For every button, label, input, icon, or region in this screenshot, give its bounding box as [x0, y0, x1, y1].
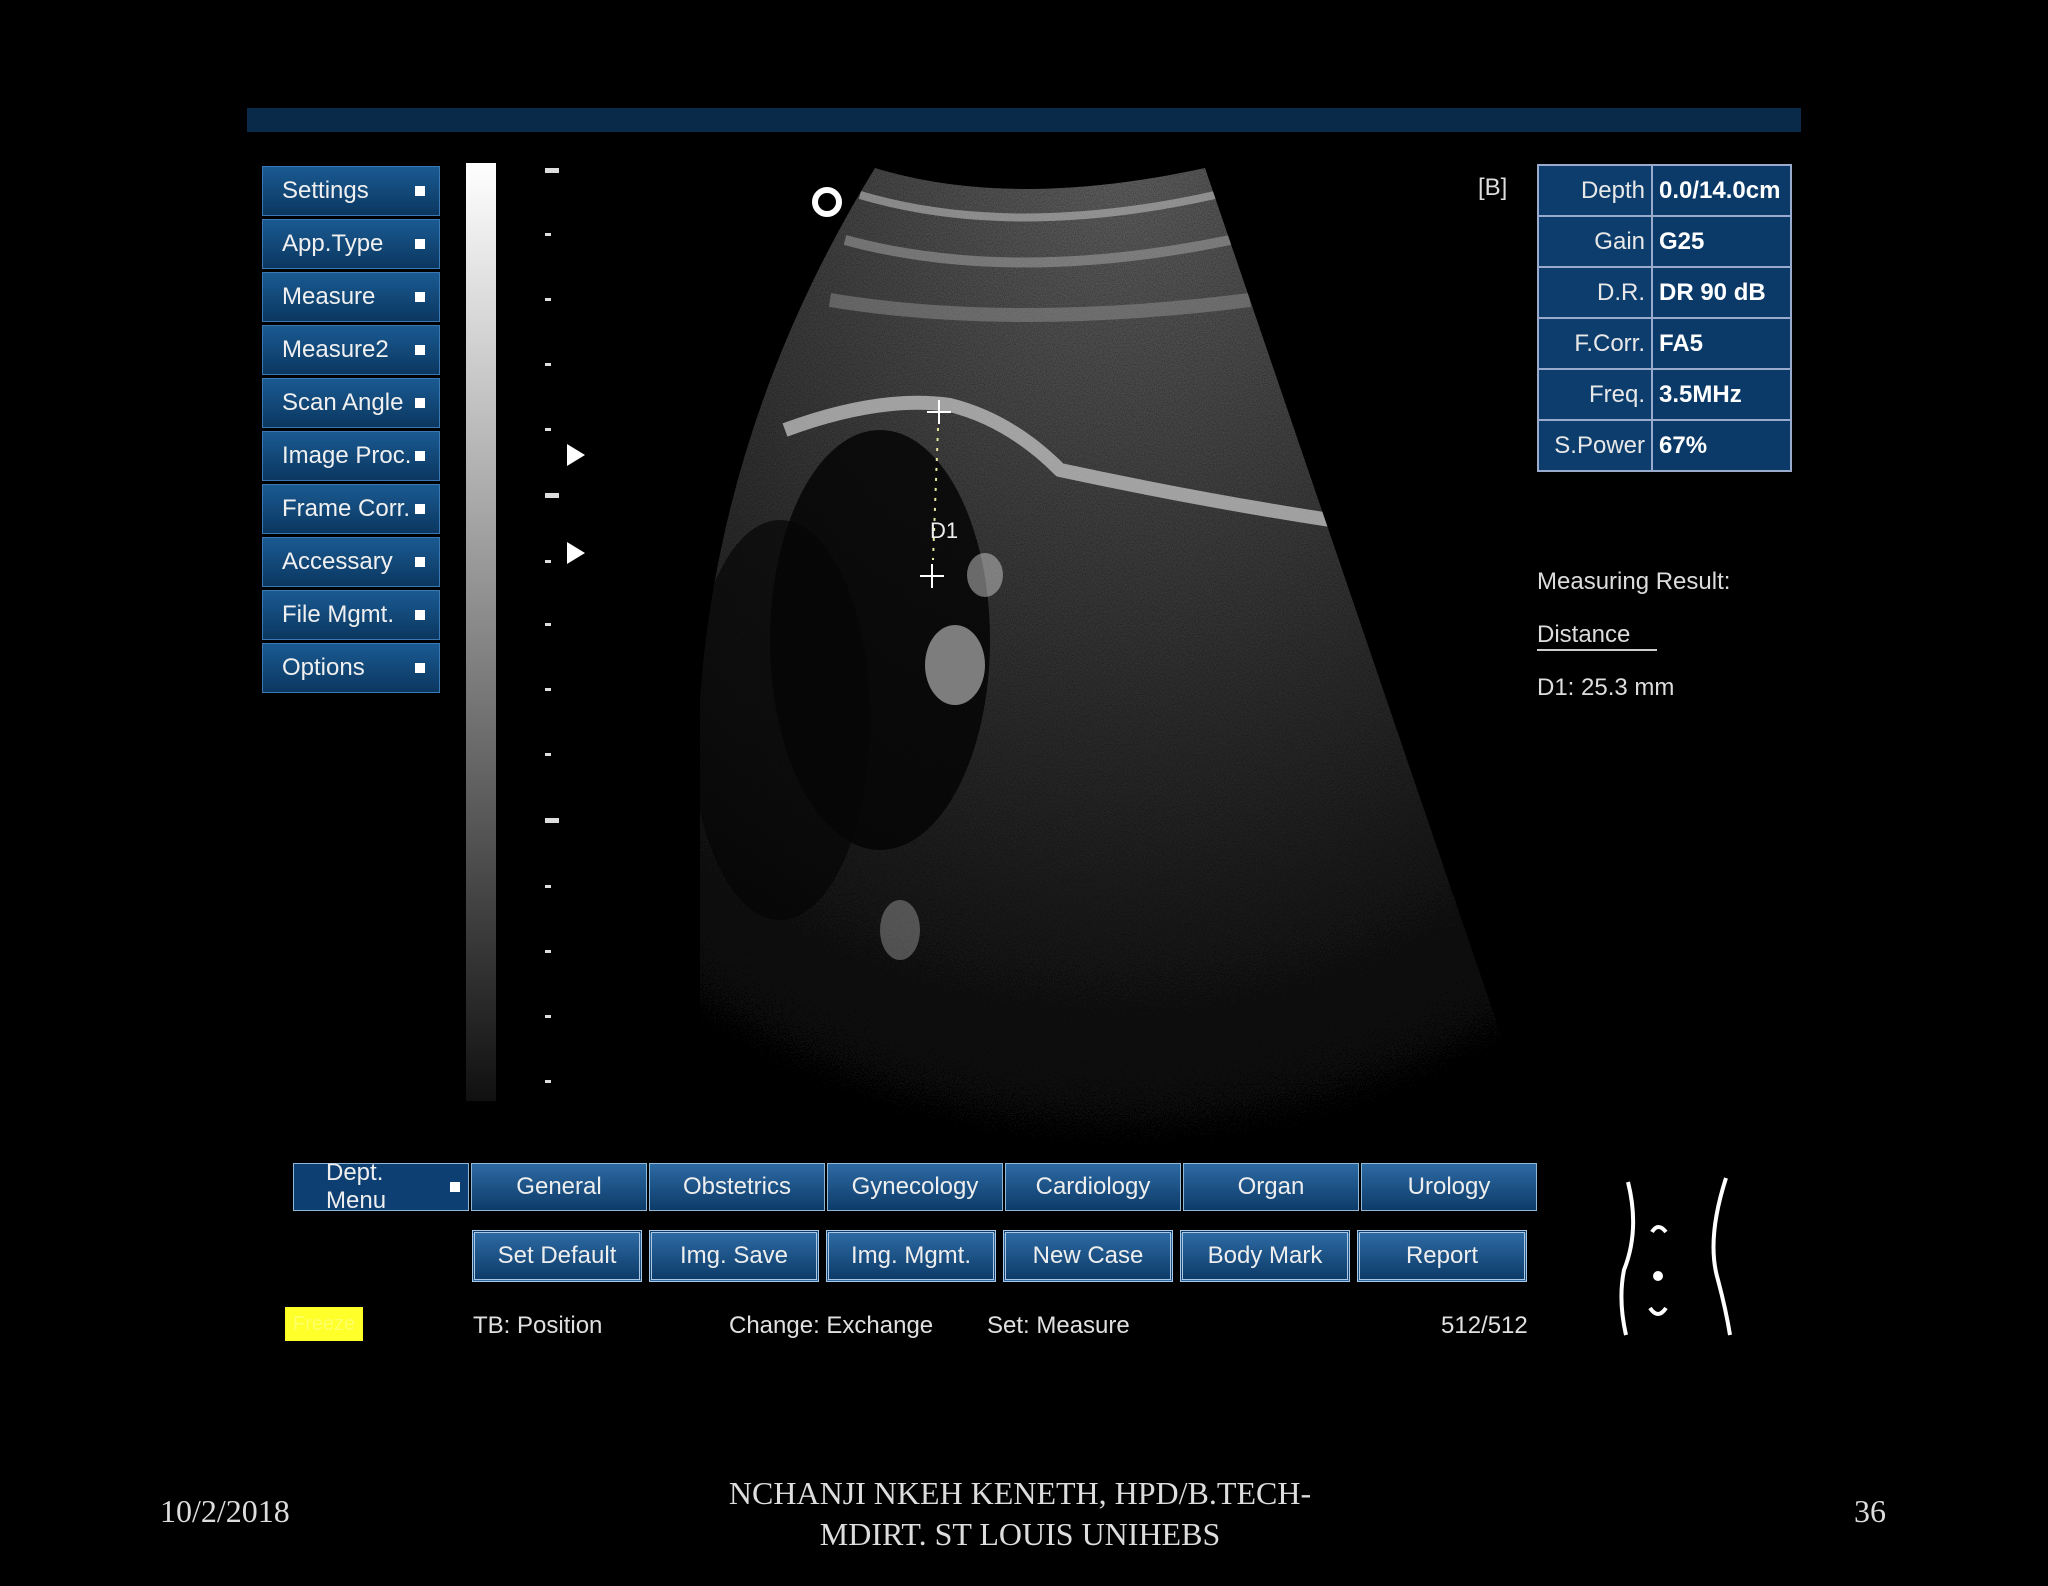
param-value: FA5: [1651, 317, 1792, 370]
status-change: Change: Exchange: [729, 1312, 934, 1339]
scan-sector: [700, 168, 1530, 1160]
report-button[interactable]: Report: [1357, 1230, 1527, 1282]
dept-cardiology-button[interactable]: Cardiology: [1005, 1163, 1181, 1211]
set-default-button[interactable]: Set Default: [472, 1230, 642, 1282]
mode-label: [B]: [1478, 174, 1508, 201]
status-set: Set: Measure: [987, 1312, 1130, 1339]
dept-menu-label: Dept. Menu: [326, 1159, 387, 1214]
footer-page-number: 36: [1854, 1493, 1886, 1529]
param-value: 0.0/14.0cm: [1651, 164, 1792, 217]
status-frames: 512/512: [1441, 1312, 1528, 1339]
param-dr[interactable]: D.R. DR 90 dB: [1537, 266, 1792, 319]
freeze-indicator[interactable]: Freeze: [285, 1307, 363, 1341]
measuring-result: Measuring Result: Distance D1: 25.3 mm: [1537, 568, 1730, 727]
param-spower[interactable]: S.Power 67%: [1537, 419, 1792, 472]
param-key: S.Power: [1537, 419, 1653, 472]
status-tb: TB: Position: [473, 1312, 603, 1339]
square-icon: [450, 1182, 460, 1192]
footer-author: NCHANJI NKEH KENETH, HPD/B.TECH- MDIRT. …: [620, 1473, 1420, 1555]
new-case-button[interactable]: New Case: [1003, 1230, 1173, 1282]
result-title: Measuring Result:: [1537, 568, 1731, 595]
param-value: DR 90 dB: [1651, 266, 1792, 319]
param-key: F.Corr.: [1537, 317, 1653, 370]
param-value: G25: [1651, 215, 1792, 268]
caliper-label: D1: [930, 518, 959, 543]
dept-urology-button[interactable]: Urology: [1361, 1163, 1537, 1211]
dept-general-button[interactable]: General: [471, 1163, 647, 1211]
param-key: Freq.: [1537, 368, 1653, 421]
function-button-bar: Set Default Img. Save Img. Mgmt. New Cas…: [472, 1230, 1534, 1282]
dept-gynecology-button[interactable]: Gynecology: [827, 1163, 1003, 1211]
body-mark-icon[interactable]: [1600, 1170, 1740, 1340]
orientation-marker-icon: [812, 187, 842, 217]
param-value: 67%: [1651, 419, 1792, 472]
param-key: Depth: [1537, 164, 1653, 217]
footer-line2: MDIRT. ST LOUIS UNIHEBS: [819, 1516, 1221, 1552]
img-mgmt-button[interactable]: Img. Mgmt.: [826, 1230, 996, 1282]
param-key: Gain: [1537, 215, 1653, 268]
param-freq[interactable]: Freq. 3.5MHz: [1537, 368, 1792, 421]
footer-date: 10/2/2018: [160, 1493, 290, 1529]
param-key: D.R.: [1537, 266, 1653, 319]
result-type: Distance: [1537, 621, 1657, 651]
dept-obstetrics-button[interactable]: Obstetrics: [649, 1163, 825, 1211]
dept-organ-button[interactable]: Organ: [1183, 1163, 1359, 1211]
img-save-button[interactable]: Img. Save: [649, 1230, 819, 1282]
dept-menu-button[interactable]: Dept. Menu: [293, 1159, 469, 1214]
param-value: 3.5MHz: [1651, 368, 1792, 421]
parameter-panel: Depth 0.0/14.0cm Gain G25 D.R. DR 90 dB F.C…: [1537, 164, 1792, 472]
param-fcorr[interactable]: F.Corr. FA5: [1537, 317, 1792, 370]
freeze-label: Freeze: [292, 1313, 356, 1335]
param-gain[interactable]: Gain G25: [1537, 215, 1792, 268]
param-depth[interactable]: Depth 0.0/14.0cm: [1537, 164, 1792, 217]
result-value: D1: 25.3 mm: [1537, 674, 1675, 701]
dept-menu-bar: Dept. Menu General Obstetrics Gynecology…: [293, 1159, 1539, 1214]
footer-line1: NCHANJI NKEH KENETH, HPD/B.TECH-: [728, 1475, 1312, 1511]
body-mark-button[interactable]: Body Mark: [1180, 1230, 1350, 1282]
